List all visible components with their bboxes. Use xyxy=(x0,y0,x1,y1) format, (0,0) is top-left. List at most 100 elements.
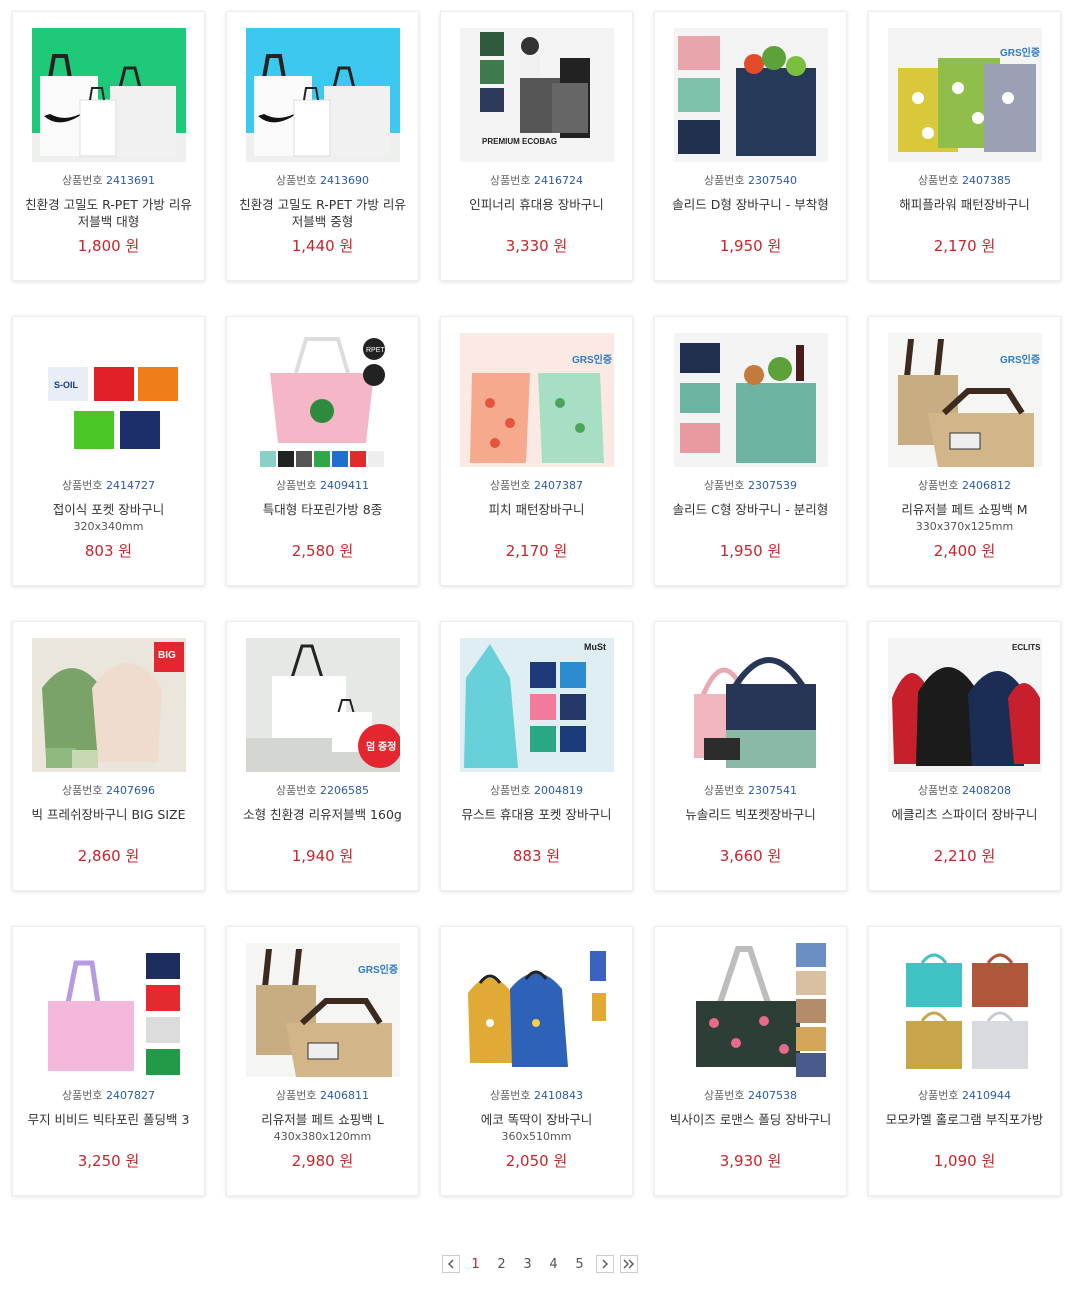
product-image[interactable]: GRS인증 xyxy=(246,943,400,1077)
product-name[interactable]: 접이식 포켓 장바구니 320x340mm xyxy=(21,501,196,535)
product-card[interactable]: RPET 상품번호 2409411 특대형 타포린가방 8종 2,580 원 xyxy=(226,316,419,586)
product-card[interactable]: MuSt 상품번호 2004819 뮤스트 휴대용 포켓 장바구니 883 원 xyxy=(440,621,633,891)
product-image[interactable] xyxy=(674,943,828,1077)
product-code: 상품번호 2406812 xyxy=(918,479,1011,492)
product-name[interactable]: 뮤스트 휴대용 포켓 장바구니 xyxy=(449,806,624,823)
product-image[interactable] xyxy=(32,943,186,1077)
product-image[interactable] xyxy=(674,28,828,162)
product-name[interactable]: 인피너리 휴대용 장바구니 xyxy=(449,196,624,213)
product-image[interactable]: MuSt xyxy=(460,638,614,772)
product-row: 상품번호 2407827 무지 비비드 빅타포린 폴딩백 3 3,250 원 G… xyxy=(12,926,1062,1196)
product-card[interactable]: GRS인증 상품번호 2407387 피치 패턴장바구니 2,170 원 xyxy=(440,316,633,586)
page-4[interactable]: 4 xyxy=(544,1257,564,1272)
product-image[interactable]: GRS인증 xyxy=(888,28,1042,162)
product-card[interactable]: 덤 증정 상품번호 2206585 소형 친환경 리유저블백 160g 1,94… xyxy=(226,621,419,891)
product-code: 상품번호 2307540 xyxy=(704,174,797,187)
product-image[interactable]: RPET xyxy=(246,333,400,467)
product-image[interactable] xyxy=(246,28,400,162)
product-image[interactable] xyxy=(888,943,1042,1077)
svg-text:GRS인증: GRS인증 xyxy=(1000,353,1040,366)
product-code: 상품번호 2408208 xyxy=(918,784,1011,797)
last-page-button[interactable] xyxy=(619,1255,638,1273)
svg-text:BIG: BIG xyxy=(158,650,176,661)
product-card[interactable]: 상품번호 2307541 뉴솔리드 빅포켓장바구니 3,660 원 xyxy=(654,621,847,891)
product-code: 상품번호 2409411 xyxy=(276,479,369,492)
product-card[interactable]: 상품번호 2410944 모모카멜 홀로그램 부직포가방 1,090 원 xyxy=(868,926,1061,1196)
product-card[interactable]: 상품번호 2413690 친환경 고밀도 R-PET 가방 리유저블백 중형 1… xyxy=(226,11,419,281)
product-name[interactable]: 에코 똑딱이 장바구니 360x510mm xyxy=(449,1111,624,1145)
next-page-button[interactable] xyxy=(595,1255,614,1273)
product-price: 3,330 원 xyxy=(505,237,568,255)
product-name[interactable]: 특대형 타포린가방 8종 xyxy=(235,501,410,518)
product-image[interactable] xyxy=(674,333,828,467)
product-name[interactable]: 해피플라워 패턴장바구니 xyxy=(877,196,1052,213)
product-name[interactable]: 소형 친환경 리유저블백 160g xyxy=(235,806,410,823)
product-code: 상품번호 2407827 xyxy=(62,1089,155,1102)
product-code: 상품번호 2407696 xyxy=(62,784,155,797)
product-image[interactable] xyxy=(460,943,614,1077)
product-row: S-OIL 상품번호 2414727 접이식 포켓 장바구니 320x340mm … xyxy=(12,316,1062,586)
page-3[interactable]: 3 xyxy=(518,1257,538,1272)
product-image[interactable] xyxy=(32,28,186,162)
prev-page-button[interactable] xyxy=(441,1255,460,1273)
product-card[interactable]: 상품번호 2307540 솔리드 D형 장바구니 - 부착형 1,950 원 xyxy=(654,11,847,281)
product-image[interactable]: GRS인증 xyxy=(888,333,1042,467)
product-card[interactable]: PREMIUM ECOBAG 상품번호 2416724 인피너리 휴대용 장바구… xyxy=(440,11,633,281)
product-row: BIG 상품번호 2407696 빅 프레쉬장바구니 BIG SIZE 2,86… xyxy=(12,621,1062,891)
product-card[interactable]: S-OIL 상품번호 2414727 접이식 포켓 장바구니 320x340mm … xyxy=(12,316,205,586)
product-code: 상품번호 2414727 xyxy=(62,479,155,492)
product-image[interactable] xyxy=(674,638,828,772)
product-card[interactable]: GRS인증 상품번호 2406811 리유저블 페트 쇼핑백 L 430x380x… xyxy=(226,926,419,1196)
product-price: 1,950 원 xyxy=(719,237,782,255)
product-name[interactable]: 피치 패턴장바구니 xyxy=(449,501,624,518)
product-name[interactable]: 솔리드 D형 장바구니 - 부착형 xyxy=(663,196,838,213)
page-1[interactable]: 1 xyxy=(466,1257,486,1272)
product-image[interactable]: S-OIL xyxy=(32,333,186,467)
product-name[interactable]: 뉴솔리드 빅포켓장바구니 xyxy=(663,806,838,823)
product-code: 상품번호 2407387 xyxy=(490,479,583,492)
product-price: 1,800 원 xyxy=(77,237,140,255)
svg-text:RPET: RPET xyxy=(366,347,385,354)
product-card[interactable]: 상품번호 2307539 솔리드 C형 장바구니 - 분리형 1,950 원 xyxy=(654,316,847,586)
product-image[interactable]: GRS인증 xyxy=(460,333,614,467)
svg-text:GRS인증: GRS인증 xyxy=(358,963,398,976)
product-name[interactable]: 친환경 고밀도 R-PET 가방 리유저블백 대형 xyxy=(21,196,196,230)
product-name[interactable]: 모모카멜 홀로그램 부직포가방 xyxy=(877,1111,1052,1128)
product-card[interactable]: 상품번호 2413691 친환경 고밀도 R-PET 가방 리유저블백 대형 1… xyxy=(12,11,205,281)
product-card[interactable]: 상품번호 2407827 무지 비비드 빅타포린 폴딩백 3 3,250 원 xyxy=(12,926,205,1196)
product-name[interactable]: 솔리드 C형 장바구니 - 분리형 xyxy=(663,501,838,518)
product-name[interactable]: 친환경 고밀도 R-PET 가방 리유저블백 중형 xyxy=(235,196,410,230)
product-image[interactable]: PREMIUM ECOBAG xyxy=(460,28,614,162)
product-card[interactable]: 상품번호 2407538 빅사이즈 로맨스 폴딩 장바구니 3,930 원 xyxy=(654,926,847,1196)
chevron-right-icon xyxy=(602,1259,608,1269)
svg-text:MuSt: MuSt xyxy=(584,642,606,652)
product-row: 상품번호 2413691 친환경 고밀도 R-PET 가방 리유저블백 대형 1… xyxy=(12,11,1062,281)
product-code: 상품번호 2407385 xyxy=(918,174,1011,187)
product-price: 1,090 원 xyxy=(933,1152,996,1170)
product-code: 상품번호 2410944 xyxy=(918,1089,1011,1102)
product-image[interactable]: 덤 증정 xyxy=(246,638,400,772)
product-price: 2,980 원 xyxy=(291,1152,354,1170)
product-card[interactable]: BIG 상품번호 2407696 빅 프레쉬장바구니 BIG SIZE 2,86… xyxy=(12,621,205,891)
product-name[interactable]: 리유저블 페트 쇼핑백 L 430x380x120mm xyxy=(235,1111,410,1145)
page-5[interactable]: 5 xyxy=(570,1257,590,1272)
product-name[interactable]: 리유저블 페트 쇼핑백 M 330x370x125mm xyxy=(877,501,1052,535)
product-price: 1,940 원 xyxy=(291,847,354,865)
product-image[interactable]: BIG xyxy=(32,638,186,772)
product-name[interactable]: 무지 비비드 빅타포린 폴딩백 3 xyxy=(21,1111,196,1128)
product-card[interactable]: ECLITS 상품번호 2408208 에클리츠 스파이더 장바구니 2,210… xyxy=(868,621,1061,891)
product-name[interactable]: 빅사이즈 로맨스 폴딩 장바구니 xyxy=(663,1111,838,1128)
svg-text:GRS인증: GRS인증 xyxy=(1000,46,1040,59)
product-card[interactable]: 상품번호 2410843 에코 똑딱이 장바구니 360x510mm 2,050 … xyxy=(440,926,633,1196)
product-price: 2,400 원 xyxy=(933,542,996,560)
svg-text:PREMIUM ECOBAG: PREMIUM ECOBAG xyxy=(482,137,557,146)
product-name[interactable]: 에클리츠 스파이더 장바구니 xyxy=(877,806,1052,823)
product-card[interactable]: GRS인증 상품번호 2407385 해피플라워 패턴장바구니 2,170 원 xyxy=(868,11,1061,281)
product-name[interactable]: 빅 프레쉬장바구니 BIG SIZE xyxy=(21,806,196,823)
product-image[interactable]: ECLITS xyxy=(888,638,1042,772)
product-price: 2,210 원 xyxy=(933,847,996,865)
page-2[interactable]: 2 xyxy=(492,1257,512,1272)
product-price: 2,170 원 xyxy=(933,237,996,255)
product-card[interactable]: GRS인증 상품번호 2406812 리유저블 페트 쇼핑백 M 330x370x… xyxy=(868,316,1061,586)
chevron-left-icon xyxy=(447,1259,453,1269)
